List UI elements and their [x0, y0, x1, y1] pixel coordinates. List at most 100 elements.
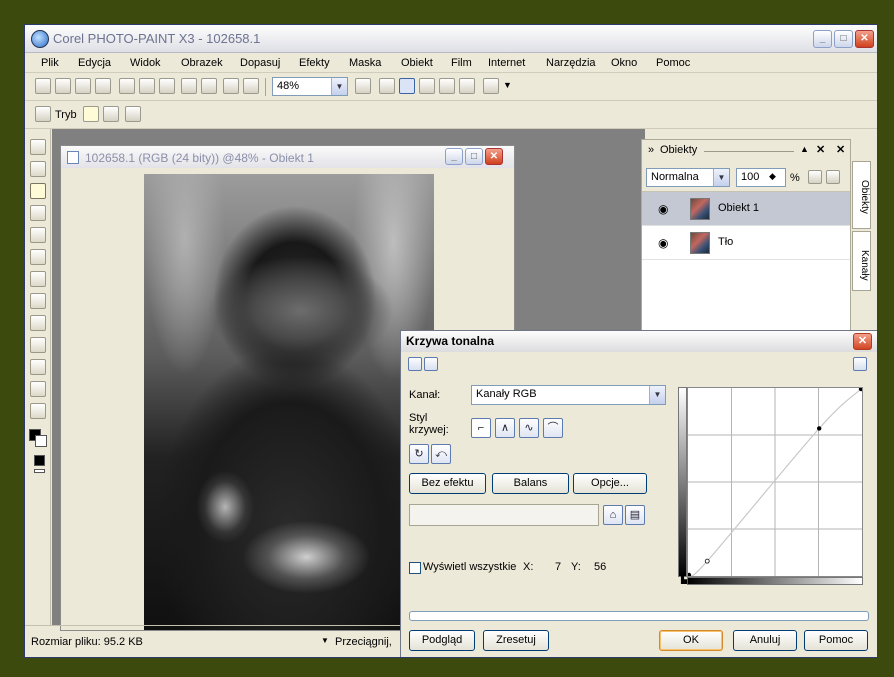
- curve-control-point[interactable]: [686, 572, 692, 578]
- cut-icon[interactable]: [119, 78, 135, 94]
- menu-okno[interactable]: Okno: [611, 57, 637, 69]
- menu-plik[interactable]: Plik: [41, 57, 59, 69]
- options-button[interactable]: Opcje...: [573, 473, 647, 494]
- copy-icon[interactable]: [139, 78, 155, 94]
- docker-rollup-icon[interactable]: ▲: [800, 144, 809, 154]
- open-file-icon[interactable]: [55, 78, 71, 94]
- rectangle-tool-icon[interactable]: [30, 315, 46, 331]
- curve-style-linear-icon[interactable]: ∧: [495, 418, 515, 438]
- paint-tool-icon[interactable]: [30, 359, 46, 375]
- tone-curve-graph[interactable]: [686, 386, 864, 578]
- docker-close-icon[interactable]: ✕: [816, 143, 825, 156]
- effect-tool-icon[interactable]: [30, 381, 46, 397]
- opacity-field[interactable]: 100 ◆: [736, 168, 786, 187]
- import-icon[interactable]: [223, 78, 239, 94]
- zoom-tool-icon[interactable]: [30, 205, 46, 221]
- image-sprayer-tool-icon[interactable]: [30, 403, 46, 419]
- menu-pomoc[interactable]: Pomoc: [656, 57, 690, 69]
- mask-overlay-icon[interactable]: [439, 78, 455, 94]
- layer-row-obiekt-1[interactable]: ◉ Obiekt 1: [642, 192, 850, 226]
- dialog-menu-arrow-icon[interactable]: [853, 357, 867, 371]
- menu-obrazek[interactable]: Obrazek: [181, 57, 223, 69]
- flip-curve-icon[interactable]: ⤺: [431, 444, 451, 464]
- doc-close-button[interactable]: ✕: [485, 148, 503, 165]
- menu-film[interactable]: Film: [451, 57, 472, 69]
- maximize-button[interactable]: □: [834, 30, 853, 48]
- dialog-close-button[interactable]: ✕: [853, 333, 872, 350]
- doc-minimize-button[interactable]: _: [445, 148, 463, 165]
- eye-icon[interactable]: ◉: [658, 236, 668, 250]
- brush-mask-icon[interactable]: [379, 78, 395, 94]
- show-all-checkbox[interactable]: [409, 562, 421, 574]
- curve-control-point[interactable]: [816, 426, 822, 431]
- blend-mode-combo[interactable]: Normalna ▼: [646, 168, 730, 187]
- chevron-down-icon[interactable]: ▼: [713, 169, 729, 186]
- redo-icon[interactable]: [201, 78, 217, 94]
- menu-internet[interactable]: Internet: [488, 57, 525, 69]
- marquee-visible-icon[interactable]: [826, 170, 840, 184]
- chevron-down-icon[interactable]: ▼: [649, 386, 665, 404]
- paste-icon[interactable]: [159, 78, 175, 94]
- tab-kanaly[interactable]: Kanały: [852, 231, 871, 291]
- crop-mode-icon[interactable]: [83, 106, 99, 122]
- menu-edycja[interactable]: Edycja: [78, 57, 111, 69]
- minimize-button[interactable]: _: [813, 30, 832, 48]
- load-preset-icon[interactable]: ⌂: [603, 505, 623, 525]
- background-color-swatch[interactable]: [35, 435, 47, 447]
- fill-color-swatch[interactable]: [34, 455, 45, 466]
- menu-dopasuj[interactable]: Dopasuj: [240, 57, 280, 69]
- curve-control-point[interactable]: [858, 386, 864, 392]
- chevron-down-icon[interactable]: ▼: [331, 78, 347, 95]
- crop-tool-icon[interactable]: [30, 183, 46, 199]
- preset-name-field[interactable]: [409, 504, 599, 526]
- no-effect-button[interactable]: Bez efektu: [409, 473, 486, 494]
- zoom-combo[interactable]: 48% ▼: [272, 77, 348, 96]
- layer-row-tlo[interactable]: ◉ Tło: [642, 226, 850, 260]
- new-file-icon[interactable]: [35, 78, 51, 94]
- application-launcher-icon[interactable]: [483, 78, 499, 94]
- save-preset-icon[interactable]: ▤: [625, 505, 645, 525]
- object-marquee-icon[interactable]: [419, 78, 435, 94]
- photo-canvas[interactable]: [144, 174, 434, 630]
- eraser-tool-icon[interactable]: [30, 249, 46, 265]
- split-preview-icon[interactable]: [424, 357, 438, 371]
- status-dropdown-icon[interactable]: ▼: [321, 636, 329, 645]
- preview-mode-icon[interactable]: [408, 357, 422, 371]
- channel-combo[interactable]: Kanały RGB ▼: [471, 385, 666, 405]
- export-icon[interactable]: [243, 78, 259, 94]
- image-sprayer-icon[interactable]: [459, 78, 475, 94]
- fill-tool-icon[interactable]: [30, 337, 46, 353]
- rectangle-mask-tool-icon[interactable]: [30, 161, 46, 177]
- rotate-icon[interactable]: [103, 106, 119, 122]
- reset-button[interactable]: Zresetuj: [483, 630, 549, 651]
- menu-obiekt[interactable]: Obiekt: [401, 57, 433, 69]
- paper-color-swatch[interactable]: [34, 469, 45, 473]
- eyedropper-tool-icon[interactable]: [30, 227, 46, 243]
- balance-button[interactable]: Balans: [492, 473, 569, 494]
- cancel-button[interactable]: Anuluj: [733, 630, 797, 651]
- menu-efekty[interactable]: Efekty: [299, 57, 330, 69]
- scan-icon[interactable]: [75, 78, 91, 94]
- curve-style-gamma-icon[interactable]: ⌒: [543, 418, 563, 438]
- red-eye-tool-icon[interactable]: [30, 293, 46, 309]
- docker-close-all-icon[interactable]: ✕: [836, 143, 845, 156]
- curve-control-point[interactable]: [704, 558, 710, 564]
- expand-toolbar-icon[interactable]: [125, 106, 141, 122]
- print-icon[interactable]: [95, 78, 111, 94]
- opacity-slider-icon[interactable]: ◆: [769, 171, 776, 182]
- text-tool-icon[interactable]: [30, 271, 46, 287]
- menu-narzedzia[interactable]: Narzędzia: [546, 57, 596, 69]
- full-screen-preview-icon[interactable]: [355, 78, 371, 94]
- launcher-dropdown-arrow-icon[interactable]: ▼: [503, 80, 512, 90]
- menu-maska[interactable]: Maska: [349, 57, 381, 69]
- pick-tool-icon[interactable]: [30, 139, 46, 155]
- doc-maximize-button[interactable]: □: [465, 148, 483, 165]
- ok-button[interactable]: OK: [659, 630, 723, 651]
- curve-style-freehand-icon[interactable]: ∿: [519, 418, 539, 438]
- preview-button[interactable]: Podgląd: [409, 630, 475, 651]
- crop-tool-settings-icon[interactable]: [35, 106, 51, 122]
- tab-obiekty[interactable]: Obiekty: [852, 161, 871, 229]
- lock-icon[interactable]: [808, 170, 822, 184]
- mask-marquee-icon[interactable]: [399, 78, 415, 94]
- invert-curve-icon[interactable]: ↻: [409, 444, 429, 464]
